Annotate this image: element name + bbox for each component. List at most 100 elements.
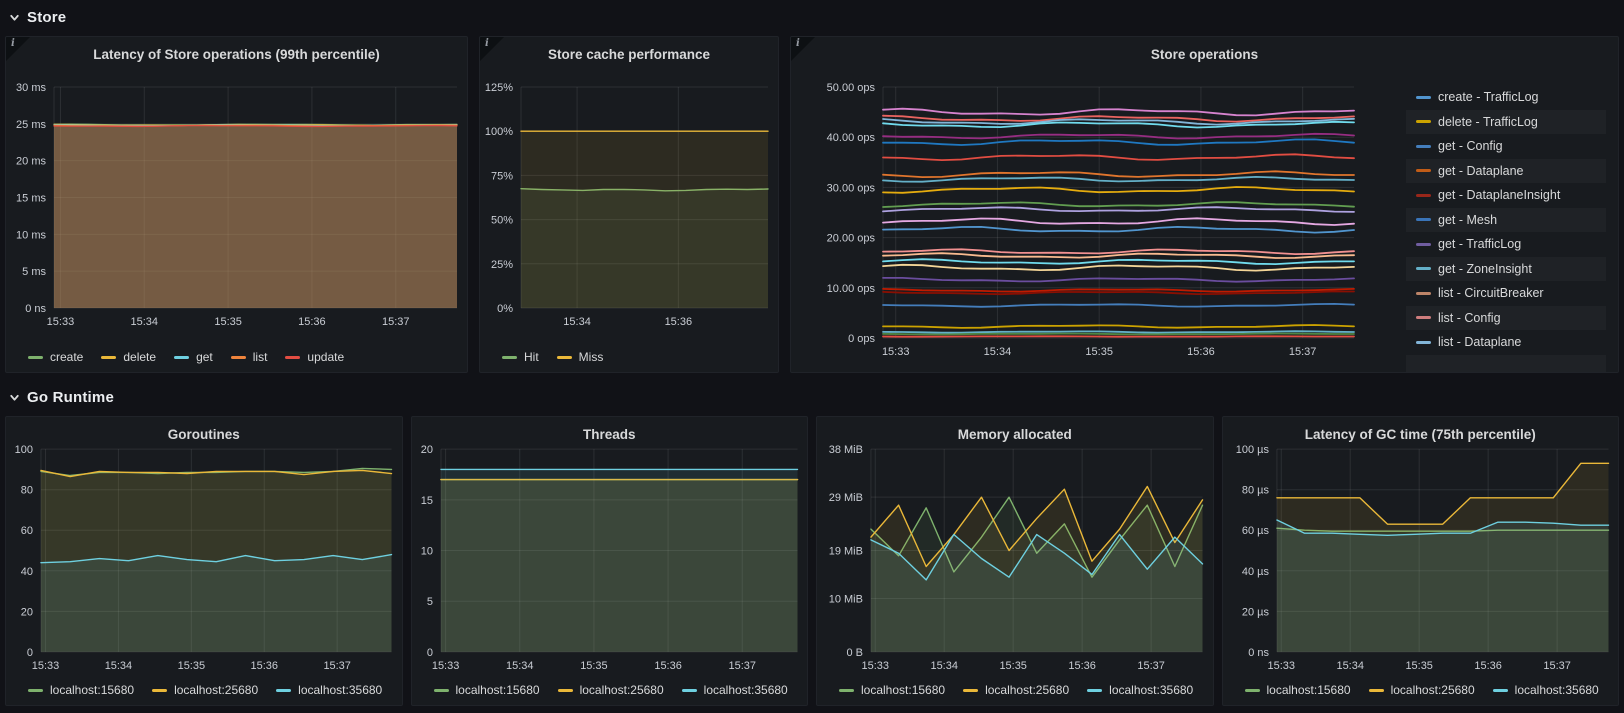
legend-item-localhost-25680[interactable]: localhost:25680	[152, 683, 258, 697]
chart-canvas-latency-of-store-operations-99th-percentile[interactable]: 30 ms 25 ms 20 ms 15 ms 10 ms 5 ms 0 ns15:33 15…	[6, 65, 467, 342]
legend-item-localhost-15680[interactable]: localhost:15680	[28, 683, 134, 697]
svg-text:0: 0	[27, 647, 33, 659]
chart-legend: localhost:15680 localhost:25680 localhost:…	[817, 675, 1213, 705]
legend-item-localhost-35680[interactable]: localhost:35680	[681, 683, 788, 697]
panel-title[interactable]: Goroutines	[6, 417, 402, 445]
panel-latency-of-gc-time-75th-percentile: Latency of GC time (75th percentile) 100 …	[1221, 416, 1619, 706]
legend-label: list	[252, 350, 268, 364]
svg-text:25 ms: 25 ms	[16, 119, 46, 131]
legend-item-miss[interactable]: Miss	[556, 350, 603, 364]
legend-label: list - CircuitBreaker	[1438, 286, 1544, 301]
svg-text:15:35: 15:35	[178, 660, 205, 672]
legend-label: localhost:35680	[1514, 683, 1599, 697]
panel-body: 38 MiB 29 MiB 19 MiB 10 MiB 0 B 15:33 15:34 15:…	[817, 445, 1213, 675]
legend-item-localhost-15680[interactable]: localhost:15680	[1244, 683, 1351, 697]
series-color-dash	[1416, 267, 1431, 271]
series-color-dash	[556, 355, 572, 359]
legend-label: delete - TrafficLog	[1438, 114, 1538, 129]
chart-legend: localhost:15680 localhost:25680 localhost:…	[1223, 675, 1619, 705]
legend-item-localhost-35680[interactable]: localhost:35680	[1087, 683, 1193, 697]
chart-canvas-store-operations[interactable]: 50.00 ops 40.00 ops 30.00 ops 20.00 ops 10.0…	[791, 65, 1404, 372]
legend-label: get - Mesh	[1438, 212, 1498, 227]
svg-text:30 ms: 30 ms	[16, 82, 46, 94]
legend-item-delete-trafficlog[interactable]: delete - TrafficLog	[1406, 110, 1606, 135]
panel-info-icon[interactable]: i	[6, 37, 30, 61]
svg-text:50%: 50%	[491, 215, 513, 227]
series-color-dash	[1416, 193, 1431, 197]
legend-item-localhost-25680[interactable]: localhost:25680	[1368, 683, 1475, 697]
svg-text:80: 80	[21, 485, 33, 497]
panel-memory-allocated: Memory allocated 38 MiB 29 MiB 19 MiB 10 MiB…	[816, 416, 1214, 706]
svg-text:15:37: 15:37	[382, 316, 410, 328]
panel-title[interactable]: Threads	[412, 417, 808, 445]
section-header-go-runtime[interactable]: Go Runtime	[8, 386, 1619, 408]
legend-item-create[interactable]: create	[28, 350, 83, 364]
svg-text:15: 15	[420, 495, 432, 507]
svg-text:15:34: 15:34	[506, 660, 533, 672]
legend-item-get-zoneinsight[interactable]: get - ZoneInsight	[1406, 257, 1606, 282]
legend-item-localhost-15680[interactable]: localhost:15680	[839, 683, 945, 697]
series-color-dash	[433, 688, 449, 692]
chart-canvas-memory-allocated[interactable]: 38 MiB 29 MiB 19 MiB 10 MiB 0 B15:33 15:34 15:…	[817, 445, 1213, 675]
legend-item-localhost-25680[interactable]: localhost:25680	[963, 683, 1069, 697]
legend-item-get[interactable]: get	[174, 350, 213, 364]
chart-legend: create - TrafficLog delete - TrafficLog ge…	[1406, 85, 1606, 372]
panel-title[interactable]: Memory allocated	[817, 417, 1213, 445]
legend-item-list-config[interactable]: list - Config	[1406, 306, 1606, 331]
svg-text:25%: 25%	[491, 259, 513, 271]
svg-text:0 ns: 0 ns	[25, 303, 46, 315]
chart-canvas-store-cache-performance[interactable]: 125% 100% 75% 50% 25% 0% 15:34 15:36	[480, 65, 778, 342]
panel-title[interactable]: Store cache performance	[480, 37, 778, 65]
legend-item-localhost-35680[interactable]: localhost:35680	[1492, 683, 1599, 697]
panel-body: 30 ms 25 ms 20 ms 15 ms 10 ms 5 ms 0 ns 15:33 15…	[6, 65, 467, 342]
legend-item-localhost-15680[interactable]: localhost:15680	[433, 683, 540, 697]
chart-canvas-latency-of-gc-time-75th-percentile[interactable]: 100 µs 80 µs 60 µs 40 µs 20 µs 0 ns15:33 15:34…	[1223, 445, 1619, 675]
svg-text:15:36: 15:36	[1068, 660, 1095, 672]
panel-title[interactable]: Latency of Store operations (99th percen…	[6, 37, 467, 65]
svg-text:15:36: 15:36	[665, 316, 693, 328]
legend-item-update[interactable]: update	[285, 350, 344, 364]
legend-item-localhost-25680[interactable]: localhost:25680	[557, 683, 664, 697]
chart-legend: create delete get list update	[6, 342, 467, 372]
panel-store-cache-performance: i Store cache performance 125% 100% 75% 50% 25…	[479, 36, 779, 373]
legend-item-list-circuitbreaker[interactable]: list - CircuitBreaker	[1406, 281, 1606, 306]
svg-text:50.00 ops: 50.00 ops	[827, 82, 876, 94]
panel-info-icon[interactable]: i	[480, 37, 504, 61]
legend-item-delete[interactable]: delete	[101, 350, 156, 364]
legend-item-list[interactable]: list	[230, 350, 268, 364]
panel-body: 20 15 10 5 0 15:33 15:34 15:35 15:36 15:37	[412, 445, 808, 675]
series-color-dash	[963, 688, 979, 692]
legend-item-create-trafficlog[interactable]: create - TrafficLog	[1406, 85, 1606, 110]
svg-text:29 MiB: 29 MiB	[829, 492, 863, 504]
series-color-dash	[1416, 242, 1431, 246]
panel-title[interactable]: Latency of GC time (75th percentile)	[1223, 417, 1619, 445]
series-color-dash	[681, 688, 697, 692]
legend-item-get-config[interactable]: get - Config	[1406, 134, 1606, 159]
series-color-dash	[557, 688, 573, 692]
series-color-dash	[1087, 688, 1103, 692]
svg-text:15:34: 15:34	[930, 660, 957, 672]
chart-legend: localhost:15680 localhost:25680 localhost:…	[6, 675, 402, 705]
legend-item-get-trafficlog[interactable]: get - TrafficLog	[1406, 232, 1606, 257]
legend-item-localhost-35680[interactable]: localhost:35680	[276, 683, 382, 697]
chevron-down-icon	[10, 14, 19, 21]
chart-canvas-goroutines[interactable]: 100 80 60 40 20 015:33 15:34 15:35 15:36 15:37	[6, 445, 402, 675]
panel-title[interactable]: Store operations	[791, 37, 1618, 65]
legend-label: localhost:25680	[1390, 683, 1475, 697]
legend-item-get-dataplaneinsight[interactable]: get - DataplaneInsight	[1406, 183, 1606, 208]
svg-text:15:33: 15:33	[1267, 660, 1294, 672]
legend-item-get-dataplane[interactable]: get - Dataplane	[1406, 159, 1606, 184]
svg-text:15:33: 15:33	[862, 660, 889, 672]
legend-item-list-dataplane[interactable]: list - Dataplane	[1406, 330, 1606, 355]
panel-store-operations: i Store operations 50.00 ops 40.00 ops 30.00…	[790, 36, 1619, 373]
svg-text:15:36: 15:36	[1187, 346, 1215, 358]
series-color-dash	[1416, 169, 1431, 173]
panel-info-icon[interactable]: i	[791, 37, 815, 61]
legend-label: get	[196, 350, 213, 364]
legend-item-get-mesh[interactable]: get - Mesh	[1406, 208, 1606, 233]
legend-item-hit[interactable]: Hit	[502, 350, 539, 364]
svg-text:15:36: 15:36	[251, 660, 278, 672]
chart-canvas-threads[interactable]: 20 15 10 5 015:33 15:34 15:35 15:36 15:37	[412, 445, 808, 675]
section-header-store[interactable]: Store	[8, 6, 1619, 28]
panel-latency-of-store-operations-99th-percentile: i Latency of Store operations (99th perce…	[5, 36, 468, 373]
